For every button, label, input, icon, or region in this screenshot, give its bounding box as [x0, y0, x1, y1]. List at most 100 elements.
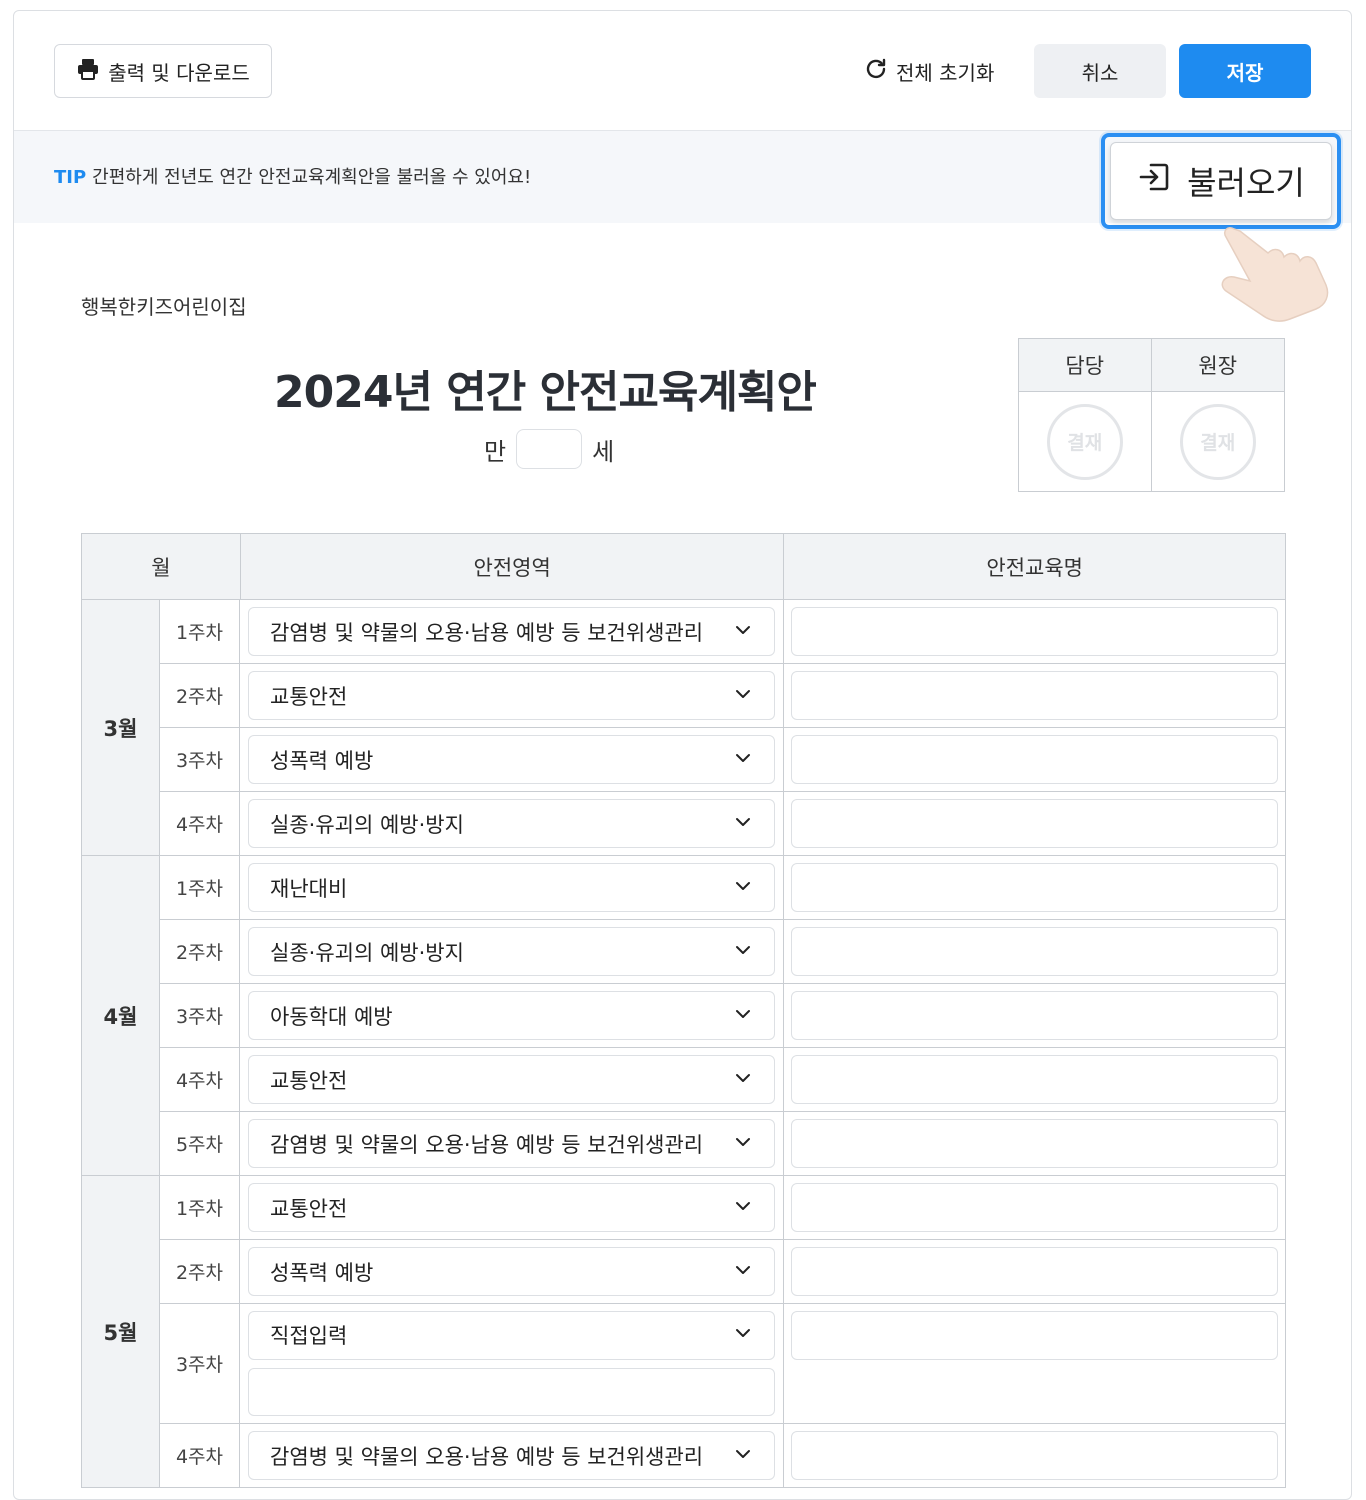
education-name-input[interactable]	[791, 863, 1278, 912]
approval-cell-staff[interactable]: 결재	[1019, 392, 1152, 491]
approval-stamp: 결재	[1046, 403, 1123, 480]
education-name-input[interactable]	[791, 1119, 1278, 1168]
pointing-hand-icon	[1204, 219, 1334, 349]
age-input[interactable]	[516, 429, 583, 469]
education-name-input[interactable]	[791, 991, 1278, 1040]
area-select-value: 감염병 및 약물의 오용·남용 예방 등 보건위생관리	[270, 620, 704, 645]
area-cell: 직접입력	[240, 1304, 784, 1424]
area-select[interactable]: 성폭력 예방	[248, 1247, 775, 1296]
chevron-down-icon	[734, 1132, 752, 1156]
week-label: 1주차	[160, 856, 240, 920]
save-button[interactable]: 저장	[1179, 44, 1311, 98]
area-select[interactable]: 성폭력 예방	[248, 735, 775, 784]
area-select[interactable]: 직접입력	[248, 1311, 775, 1360]
chevron-down-icon	[734, 940, 752, 964]
name-cell	[784, 664, 1286, 728]
chevron-down-icon	[734, 748, 752, 772]
area-select-value: 실종·유괴의 예방·방지	[270, 940, 464, 965]
month-label: 3월	[82, 600, 160, 856]
education-name-input[interactable]	[791, 1183, 1278, 1232]
education-name-input[interactable]	[791, 607, 1278, 656]
chevron-down-icon	[734, 1444, 752, 1468]
printer-icon	[76, 57, 100, 86]
education-name-input[interactable]	[791, 1055, 1278, 1104]
name-cell	[784, 856, 1286, 920]
week-rows: 1주차 재난대비 2주차 실종·유괴의 예방·방지 3주차 아동학대 예방 4주차 교통안전 5…	[160, 856, 1286, 1176]
education-name-input[interactable]	[791, 1247, 1278, 1296]
tip-text: 간편하게 전년도 연간 안전교육계획안을 불러올 수 있어요!	[92, 167, 532, 188]
custom-area-input[interactable]	[248, 1367, 775, 1416]
area-cell: 성폭력 예방	[240, 728, 784, 792]
education-name-input[interactable]	[791, 735, 1278, 784]
area-cell: 교통안전	[240, 1176, 784, 1240]
month-block: 4월 1주차 재난대비 2주차 실종·유괴의 예방·방지 3주차 아동학대 예방 4주차 교통안…	[82, 856, 1286, 1176]
chevron-down-icon	[734, 1260, 752, 1284]
area-select[interactable]: 재난대비	[248, 863, 775, 912]
area-select-value: 교통안전	[270, 1196, 348, 1221]
approval-header-director: 원장	[1151, 339, 1284, 392]
area-select-value: 성폭력 예방	[270, 1260, 374, 1285]
load-label: 불러오기	[1187, 164, 1305, 202]
area-select-value: 교통안전	[270, 1068, 348, 1093]
area-select-value: 감염병 및 약물의 오용·남용 예방 등 보건위생관리	[270, 1444, 704, 1469]
header-area: 안전영역	[240, 534, 785, 600]
area-select[interactable]: 교통안전	[248, 1183, 775, 1232]
approval-cell-director[interactable]: 결재	[1152, 392, 1285, 491]
education-name-input[interactable]	[791, 927, 1278, 976]
education-name-input[interactable]	[791, 1431, 1278, 1480]
area-select-value: 교통안전	[270, 684, 348, 709]
name-cell	[784, 1304, 1286, 1424]
area-cell: 감염병 및 약물의 오용·남용 예방 등 보건위생관리	[240, 1112, 784, 1176]
week-label: 1주차	[160, 1176, 240, 1240]
table-row: 3주차 아동학대 예방	[160, 984, 1286, 1048]
area-select[interactable]: 감염병 및 약물의 오용·남용 예방 등 보건위생관리	[248, 1119, 775, 1168]
area-select-value: 성폭력 예방	[270, 748, 374, 773]
table-row: 1주차 재난대비	[160, 856, 1286, 920]
education-name-input[interactable]	[791, 671, 1278, 720]
education-name-input[interactable]	[791, 1311, 1278, 1360]
chevron-down-icon	[734, 812, 752, 836]
education-name-input[interactable]	[791, 799, 1278, 848]
name-cell	[784, 920, 1286, 984]
week-label: 4주차	[160, 1048, 240, 1112]
week-label: 1주차	[160, 600, 240, 664]
week-label: 3주차	[160, 984, 240, 1048]
area-select-value: 감염병 및 약물의 오용·남용 예방 등 보건위생관리	[270, 1132, 704, 1157]
reset-all-button[interactable]: 전체 초기화	[864, 51, 994, 91]
month-block: 5월 1주차 교통안전 2주차 성폭력 예방 3주차 직접입력 4주차 감염병 및 약물의 오용…	[82, 1176, 1286, 1488]
area-cell: 실종·유괴의 예방·방지	[240, 792, 784, 856]
age-prefix: 만	[484, 437, 507, 466]
area-cell: 성폭력 예방	[240, 1240, 784, 1304]
center-name: 행복한키즈어린이집	[81, 295, 247, 319]
area-select[interactable]: 감염병 및 약물의 오용·남용 예방 등 보건위생관리	[248, 1431, 775, 1480]
area-select-value: 실종·유괴의 예방·방지	[270, 812, 464, 837]
month-label: 5월	[82, 1176, 160, 1488]
tip-message: TIP 간편하게 전년도 연간 안전교육계획안을 불러올 수 있어요!	[54, 163, 531, 189]
import-icon	[1137, 159, 1173, 203]
month-block: 3월 1주차 감염병 및 약물의 오용·남용 예방 등 보건위생관리 2주차 교통안전 3…	[82, 600, 1286, 856]
area-select[interactable]: 교통안전	[248, 1055, 775, 1104]
table-row: 4주차 실종·유괴의 예방·방지	[160, 792, 1286, 856]
load-previous-button[interactable]: 불러오기	[1110, 142, 1332, 220]
week-label: 4주차	[160, 792, 240, 856]
area-select[interactable]: 아동학대 예방	[248, 991, 775, 1040]
print-download-button[interactable]: 출력 및 다운로드	[54, 44, 272, 98]
area-select[interactable]: 실종·유괴의 예방·방지	[248, 927, 775, 976]
area-select[interactable]: 감염병 및 약물의 오용·남용 예방 등 보건위생관리	[248, 607, 775, 656]
week-label: 2주차	[160, 920, 240, 984]
toolbar: 출력 및 다운로드 전체 초기화 취소 저장	[14, 11, 1351, 131]
area-select[interactable]: 실종·유괴의 예방·방지	[248, 799, 775, 848]
table-row: 1주차 교통안전	[160, 1176, 1286, 1240]
table-row: 2주차 성폭력 예방	[160, 1240, 1286, 1304]
name-cell	[784, 728, 1286, 792]
table-body: 3월 1주차 감염병 및 약물의 오용·남용 예방 등 보건위생관리 2주차 교통안전 3…	[82, 600, 1286, 1488]
cancel-button[interactable]: 취소	[1034, 44, 1166, 98]
chevron-down-icon	[734, 1004, 752, 1028]
chevron-down-icon	[734, 1323, 752, 1347]
table-row: 1주차 감염병 및 약물의 오용·남용 예방 등 보건위생관리	[160, 600, 1286, 664]
area-cell: 교통안전	[240, 1048, 784, 1112]
area-select[interactable]: 교통안전	[248, 671, 775, 720]
name-cell	[784, 984, 1286, 1048]
area-cell: 실종·유괴의 예방·방지	[240, 920, 784, 984]
chevron-down-icon	[734, 876, 752, 900]
